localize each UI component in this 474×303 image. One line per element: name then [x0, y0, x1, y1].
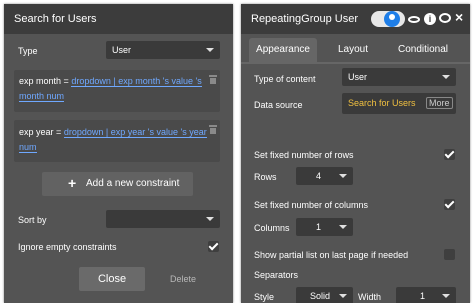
data-source-expression[interactable]: Search for Users — [348, 98, 416, 108]
constraint-key[interactable]: exp month — [19, 76, 61, 86]
sort-by-label: Sort by — [18, 215, 47, 225]
separators-label: Separators — [254, 270, 299, 280]
tab-conditional[interactable]: Conditional — [391, 38, 455, 62]
fixed-rows-label: Set fixed number of rows — [254, 150, 354, 160]
data-source-field[interactable]: Search for Users More — [342, 93, 456, 114]
partial-list-label: Show partial list on last page if needed — [254, 250, 409, 260]
plus-icon: + — [68, 175, 77, 191]
eye-icon[interactable] — [408, 16, 420, 23]
width-dropdown[interactable]: 1 — [396, 287, 456, 303]
style-value: Solid — [310, 291, 331, 301]
type-dropdown[interactable]: User — [106, 41, 220, 59]
close-button[interactable]: Close — [79, 267, 145, 291]
toggle-pill[interactable] — [371, 11, 405, 27]
rg-panel-title: RepeatingGroup User — [251, 13, 359, 25]
trash-icon[interactable] — [209, 75, 217, 84]
delete-button[interactable]: Delete — [170, 274, 196, 284]
ignore-empty-label: Ignore empty constraints — [18, 242, 117, 252]
repeating-group-panel: RepeatingGroup User i × Appearance Layou… — [241, 4, 470, 303]
search-for-users-panel: Search for Users Type User exp month = d… — [4, 4, 233, 303]
constraint-key[interactable]: exp year — [19, 127, 54, 137]
constraint-row[interactable]: exp month = dropdown | exp month 's valu… — [14, 70, 220, 112]
tab-appearance[interactable]: Appearance — [249, 38, 317, 62]
chevron-down-icon — [339, 294, 347, 298]
type-label: Type — [18, 46, 38, 56]
rg-panel-header: RepeatingGroup User i × — [241, 4, 470, 34]
rows-value: 4 — [316, 171, 322, 181]
style-dropdown[interactable]: Solid — [296, 287, 353, 303]
constraint-operator[interactable]: = — [64, 76, 69, 86]
type-of-content-label: Type of content — [254, 74, 316, 84]
data-source-label: Data source — [254, 100, 303, 110]
chevron-down-icon — [339, 225, 347, 229]
columns-value: 1 — [316, 222, 322, 232]
ignore-empty-checkbox[interactable] — [208, 241, 219, 252]
columns-dropdown[interactable]: 1 — [296, 218, 353, 236]
constraint-operator[interactable]: = — [56, 127, 61, 137]
close-icon[interactable]: × — [455, 9, 463, 25]
width-value: 1 — [420, 291, 426, 301]
close-button-label: Close — [97, 273, 127, 285]
search-panel-header: Search for Users — [4, 4, 233, 34]
add-constraint-button[interactable]: + Add a new constraint — [42, 172, 193, 196]
sort-by-dropdown[interactable] — [106, 210, 220, 228]
chevron-down-icon — [442, 75, 450, 79]
tab-layout[interactable]: Layout — [327, 38, 379, 62]
partial-list-checkbox[interactable] — [444, 249, 455, 260]
fixed-columns-checkbox[interactable] — [444, 199, 455, 210]
type-of-content-dropdown[interactable]: User — [342, 68, 456, 86]
add-constraint-label: Add a new constraint — [86, 178, 180, 189]
width-label: Width — [358, 292, 382, 302]
more-button[interactable]: More — [426, 97, 453, 109]
type-of-content-value: User — [348, 72, 368, 82]
columns-label: Columns — [254, 223, 290, 233]
info-icon[interactable]: i — [424, 13, 436, 25]
type-dropdown-value: User — [112, 45, 132, 55]
chevron-down-icon — [442, 294, 450, 298]
rows-dropdown[interactable]: 4 — [296, 167, 353, 185]
chevron-down-icon — [206, 217, 214, 221]
tab-divider — [241, 62, 470, 64]
rows-label: Rows — [254, 172, 277, 182]
fixed-rows-checkbox[interactable] — [444, 149, 455, 160]
chevron-down-icon — [339, 174, 347, 178]
chevron-down-icon — [206, 48, 214, 52]
comment-icon[interactable] — [439, 13, 451, 23]
constraint-row[interactable]: exp year = dropdown | exp year 's value … — [14, 120, 220, 162]
search-panel-title: Search for Users — [14, 13, 97, 25]
style-label: Style — [254, 292, 275, 302]
fixed-columns-label: Set fixed number of columns — [254, 200, 369, 210]
trash-icon[interactable] — [209, 125, 217, 134]
